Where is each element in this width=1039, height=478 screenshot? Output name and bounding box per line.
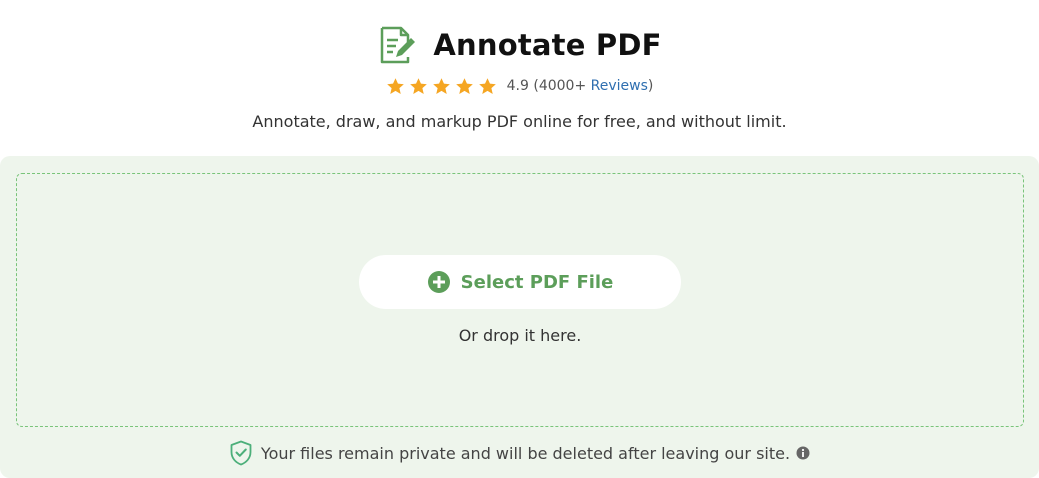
star-icon: [478, 77, 496, 94]
shield-check-icon: [230, 440, 252, 466]
star-icon: [432, 77, 450, 94]
page-header: Annotate PDF 4.9 (4000+ Reviews) Annotat…: [0, 0, 1039, 131]
rating-value: 4.9: [506, 78, 529, 94]
select-pdf-file-button[interactable]: Select PDF File: [359, 255, 681, 309]
upload-panel: Select PDF File Or drop it here. Your fi…: [0, 156, 1039, 478]
page-title: Annotate PDF: [433, 28, 662, 62]
page-subtitle: Annotate, draw, and markup PDF online fo…: [252, 112, 787, 131]
file-dropzone[interactable]: Select PDF File Or drop it here.: [16, 173, 1024, 427]
info-icon[interactable]: [796, 446, 810, 460]
rating-count-suffix: ): [647, 78, 654, 94]
document-edit-icon: [381, 26, 416, 64]
star-icon: [455, 77, 473, 94]
reviews-link[interactable]: Reviews: [591, 78, 648, 94]
rating-text: 4.9 (4000+ Reviews): [507, 78, 654, 94]
star-icon: [409, 77, 427, 94]
drop-hint: Or drop it here.: [458, 326, 582, 345]
select-pdf-file-label: Select PDF File: [460, 271, 614, 293]
star-icon: [386, 77, 404, 94]
rating-count-prefix: (4000+: [533, 78, 591, 94]
rating-row: 4.9 (4000+ Reviews): [386, 76, 654, 96]
privacy-text: Your files remain private and will be de…: [260, 443, 791, 463]
privacy-notice: Your files remain private and will be de…: [0, 440, 1039, 466]
plus-circle-icon: [427, 271, 450, 293]
star-rating: [386, 77, 501, 96]
title-row: Annotate PDF: [377, 24, 661, 66]
